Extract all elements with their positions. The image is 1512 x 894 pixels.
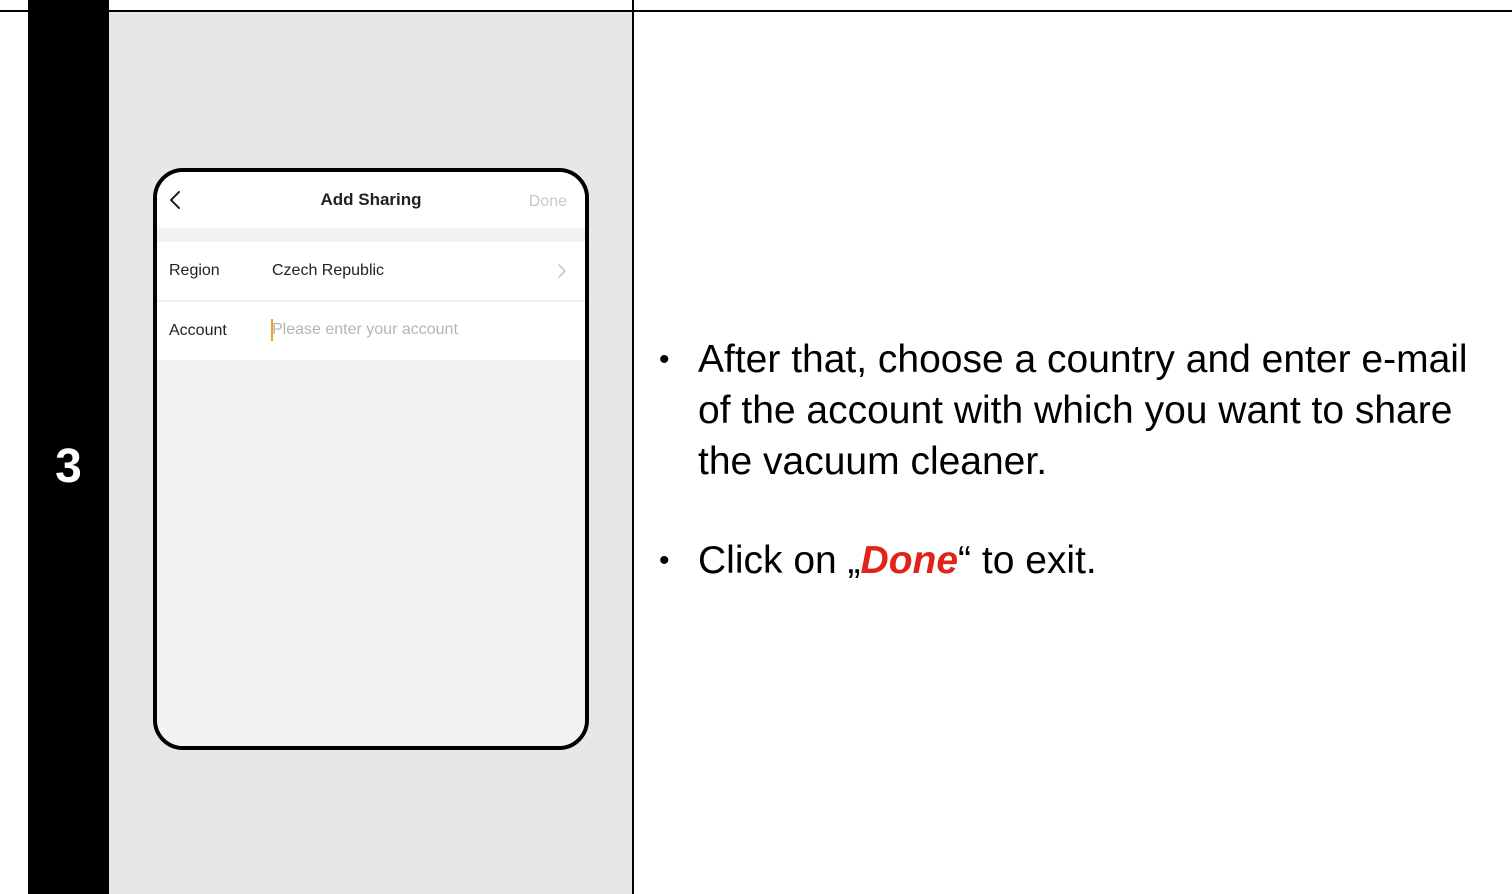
screen-body: [157, 360, 585, 746]
phone-screen: Add Sharing Done Region Czech Republic A…: [153, 168, 589, 750]
instruction-text: After that, choose a country and enter e…: [698, 338, 1468, 483]
column-divider: [632, 0, 634, 894]
account-row: Account: [157, 302, 585, 360]
done-emphasis: Done: [860, 539, 959, 582]
screen-title: Add Sharing: [320, 190, 422, 209]
instruction-list: • After that, choose a country and enter…: [659, 334, 1499, 586]
region-row[interactable]: Region Czech Republic: [157, 242, 585, 300]
region-value: Czech Republic: [272, 262, 385, 279]
instruction-text-after: “ to exit.: [958, 539, 1097, 582]
step-bar: 3: [28, 0, 109, 894]
manual-page: 3 Add Sharing Done Region Czech Republic…: [0, 0, 1512, 894]
region-label: Region: [169, 262, 220, 279]
done-button[interactable]: Done: [529, 193, 567, 211]
bullet: •: [659, 343, 670, 376]
instruction-text-before: Click on „: [698, 539, 861, 582]
account-label: Account: [169, 322, 227, 339]
instruction-item: • Click on „Done“ to exit.: [659, 535, 1499, 586]
step-number: 3: [55, 440, 82, 493]
account-input[interactable]: [272, 316, 562, 344]
chevron-right-icon: [558, 264, 566, 278]
section-gap: [157, 228, 585, 242]
top-rule: [0, 0, 1512, 12]
instruction-item: • After that, choose a country and enter…: [659, 334, 1499, 487]
bullet: •: [659, 544, 670, 577]
screen-header: Add Sharing Done: [157, 172, 585, 228]
